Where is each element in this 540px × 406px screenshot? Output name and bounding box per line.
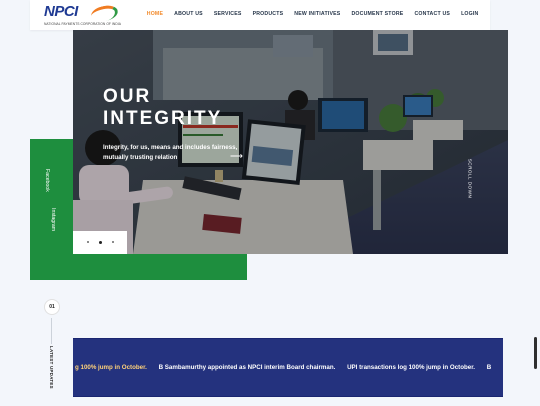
nav-home[interactable]: HOME: [141, 11, 168, 17]
slider-dot-2[interactable]: [99, 240, 102, 244]
logo-swoosh-icon: [89, 3, 120, 24]
hero-title-line1: OUR: [103, 86, 152, 107]
scroll-down-label: SCROLL DOWN: [467, 158, 473, 199]
ticker-item[interactable]: UPI transactions log 100% jump in Octobe…: [347, 364, 475, 371]
ticker-content: g 100% jump in October. B Sambamurthy ap…: [73, 364, 501, 371]
slider-dot-3[interactable]: [112, 241, 114, 243]
social-links: Facebook Instagram: [36, 169, 56, 239]
scroll-down-link[interactable]: SCROLL DOWN: [467, 142, 490, 222]
social-facebook[interactable]: Facebook: [44, 169, 50, 192]
nav-products[interactable]: PRODUCTS: [247, 11, 289, 17]
site-header: NPCI NATIONAL PAYMENTS CORPORATION OF IN…: [30, 0, 490, 30]
section-index-badge: 01: [44, 299, 60, 315]
slider-dot-1[interactable]: [87, 241, 89, 243]
nav-document-store[interactable]: DOCUMENT STORE: [346, 11, 409, 17]
hero-banner: OUR INTEGRITY Integrity, for us, means a…: [73, 30, 508, 254]
hero-title: OUR INTEGRITY: [103, 86, 222, 130]
arrow-right-icon[interactable]: ⟶: [230, 152, 243, 161]
social-instagram[interactable]: Instagram: [50, 208, 56, 231]
logo-subtext: NATIONAL PAYMENTS CORPORATION OF INDIA: [44, 22, 122, 26]
latest-updates-label: LATEST UPDATES: [49, 346, 54, 389]
nav-services[interactable]: SERVICES: [208, 11, 247, 17]
nav-contact-us[interactable]: CONTACT US: [409, 11, 456, 17]
nav-about-us[interactable]: ABOUT US: [169, 11, 209, 17]
npci-logo[interactable]: NPCI NATIONAL PAYMENTS CORPORATION OF IN…: [44, 3, 130, 28]
hero-title-line2: INTEGRITY: [103, 108, 223, 129]
main-nav: HOME ABOUT US SERVICES PRODUCTS NEW INIT…: [141, 11, 484, 17]
nav-login[interactable]: LOGIN: [456, 11, 484, 17]
logo-wordmark: NPCI: [44, 3, 78, 20]
nav-new-initiatives[interactable]: NEW INITIATIVES: [289, 11, 346, 17]
ticker-item[interactable]: g 100% jump in October.: [75, 364, 147, 371]
page-scrollbar[interactable]: [534, 337, 537, 369]
section-divider-line: [51, 318, 52, 344]
news-ticker: g 100% jump in October. B Sambamurthy ap…: [73, 338, 503, 397]
ticker-item[interactable]: B Sambamurthy appointed as NPCI interim …: [159, 364, 336, 371]
slider-pagination: [73, 231, 127, 254]
ticker-item[interactable]: B: [487, 364, 491, 371]
office-photo: [73, 30, 508, 254]
